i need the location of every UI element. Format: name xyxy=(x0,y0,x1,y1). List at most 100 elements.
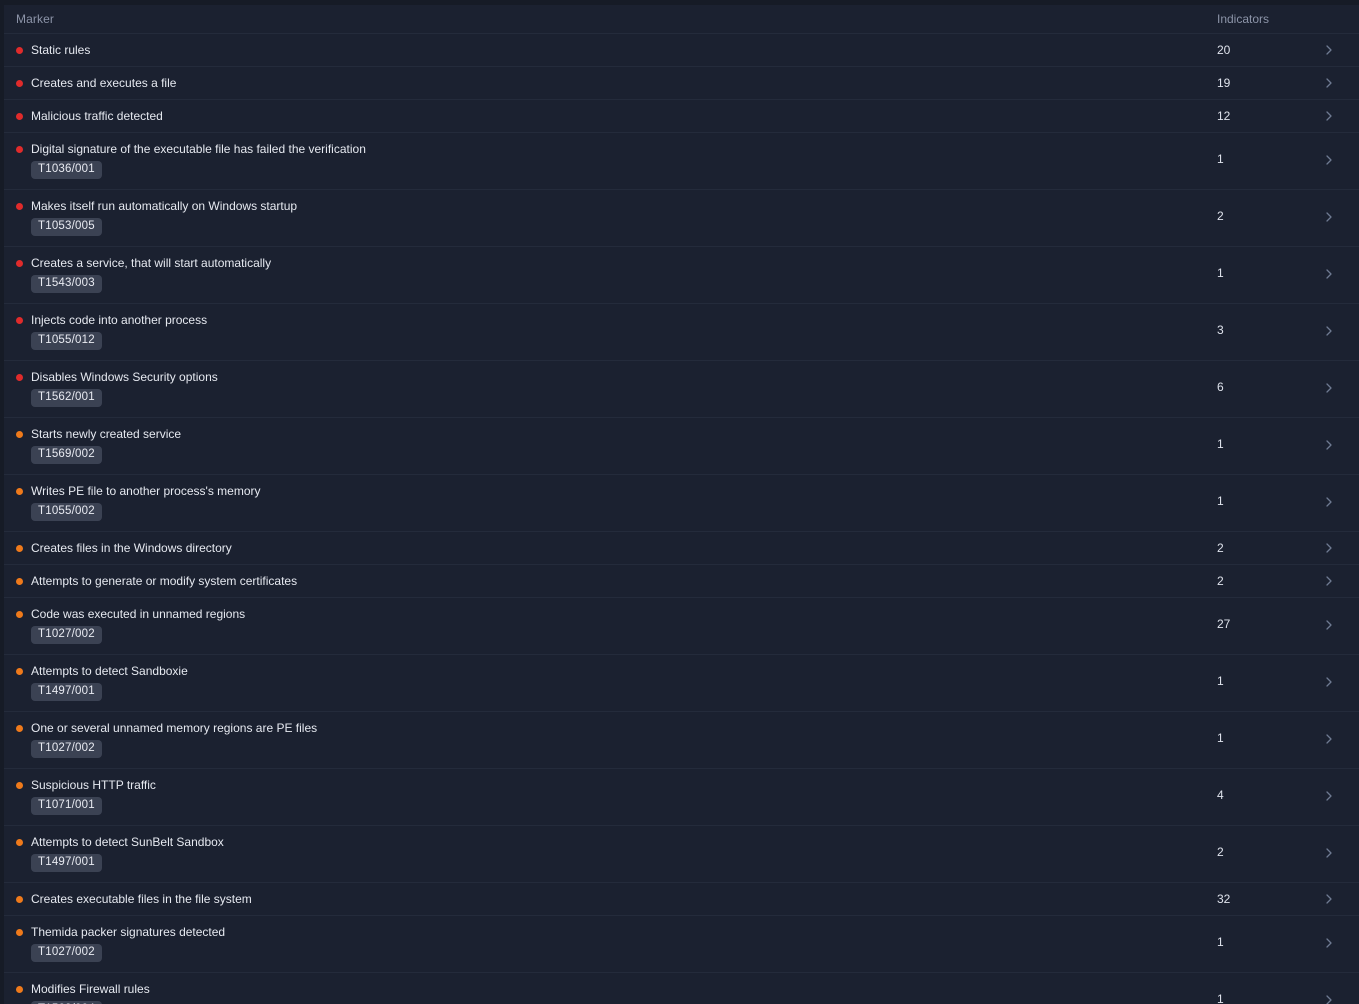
mitre-technique-badge[interactable]: T1562/001 xyxy=(31,389,102,407)
chevron-right-icon[interactable] xyxy=(1322,210,1336,224)
table-row[interactable]: Modifies Firewall rulesT1562/004 1 xyxy=(4,973,1359,1004)
mitre-technique-badge[interactable]: T1053/005 xyxy=(31,218,102,236)
row-expand-button[interactable] xyxy=(1299,835,1359,860)
marker-label: Suspicious HTTP traffic xyxy=(31,778,156,792)
marker-line: Attempts to generate or modify system ce… xyxy=(16,574,1209,588)
table-row[interactable]: Creates a service, that will start autom… xyxy=(4,247,1359,304)
chevron-right-icon[interactable] xyxy=(1322,936,1336,950)
row-expand-button[interactable] xyxy=(1299,664,1359,689)
indicators-cell: 1 xyxy=(1209,256,1299,280)
chevron-right-icon[interactable] xyxy=(1322,495,1336,509)
row-expand-button[interactable] xyxy=(1299,109,1359,123)
severity-dot-icon xyxy=(16,46,23,54)
indicators-count: 1 xyxy=(1217,731,1224,745)
row-expand-button[interactable] xyxy=(1299,370,1359,395)
marker-cell: Creates a service, that will start autom… xyxy=(4,256,1209,293)
chevron-right-icon[interactable] xyxy=(1322,892,1336,906)
chevron-right-icon[interactable] xyxy=(1322,789,1336,803)
chevron-right-icon[interactable] xyxy=(1322,618,1336,632)
chevron-right-icon[interactable] xyxy=(1322,574,1336,588)
row-expand-button[interactable] xyxy=(1299,607,1359,632)
row-expand-button[interactable] xyxy=(1299,982,1359,1004)
row-expand-button[interactable] xyxy=(1299,574,1359,588)
chevron-right-icon[interactable] xyxy=(1322,109,1336,123)
row-expand-button[interactable] xyxy=(1299,721,1359,746)
row-expand-button[interactable] xyxy=(1299,541,1359,555)
indicators-count: 1 xyxy=(1217,152,1224,166)
marker-label: Code was executed in unnamed regions xyxy=(31,607,246,621)
chevron-right-icon[interactable] xyxy=(1322,76,1336,90)
chevron-right-icon[interactable] xyxy=(1322,732,1336,746)
table-row[interactable]: Code was executed in unnamed regions T102… xyxy=(4,598,1359,655)
mitre-technique-badge[interactable]: T1569/002 xyxy=(31,446,102,464)
table-row[interactable]: Attempts to detect Sandboxie T1497/001 1 xyxy=(4,655,1359,712)
marker-cell: Makes itself run automatically on Window… xyxy=(4,199,1209,236)
row-expand-button[interactable] xyxy=(1299,427,1359,452)
row-expand-button[interactable] xyxy=(1299,199,1359,224)
chevron-right-icon[interactable] xyxy=(1322,675,1336,689)
severity-dot-icon xyxy=(16,316,23,324)
table-row[interactable]: Themida packer signatures detected T1027/… xyxy=(4,916,1359,973)
table-row[interactable]: One or several unnamed memory regions ar… xyxy=(4,712,1359,769)
mitre-technique-badge[interactable]: T1027/002 xyxy=(31,944,102,962)
row-expand-button[interactable] xyxy=(1299,484,1359,509)
chevron-right-icon[interactable] xyxy=(1322,438,1336,452)
table-row[interactable]: Starts newly created service T1569/002 1 xyxy=(4,418,1359,475)
marker-label: Static rules xyxy=(31,43,91,57)
marker-line: Creates a service, that will start autom… xyxy=(16,256,1209,270)
indicators-cell: 3 xyxy=(1209,313,1299,337)
table-row[interactable]: Creates files in the Windows directory 2 xyxy=(4,532,1359,565)
table-row[interactable]: Writes PE file to another process's memo… xyxy=(4,475,1359,532)
mitre-technique-badge[interactable]: T1036/001 xyxy=(31,161,102,179)
chevron-right-icon[interactable] xyxy=(1322,846,1336,860)
chevron-right-icon[interactable] xyxy=(1322,43,1336,57)
mitre-technique-badge[interactable]: T1543/003 xyxy=(31,275,102,293)
row-expand-button[interactable] xyxy=(1299,778,1359,803)
row-expand-button[interactable] xyxy=(1299,142,1359,167)
table-row[interactable]: Makes itself run automatically on Window… xyxy=(4,190,1359,247)
mitre-technique-badge[interactable]: T1497/001 xyxy=(31,683,102,701)
marker-line: Attempts to detect Sandboxie xyxy=(16,664,1209,678)
chevron-right-icon[interactable] xyxy=(1322,153,1336,167)
indicators-count: 12 xyxy=(1217,109,1231,123)
table-row[interactable]: Attempts to detect SunBelt Sandbox T1497/… xyxy=(4,826,1359,883)
chevron-right-icon[interactable] xyxy=(1322,324,1336,338)
table-row[interactable]: Injects code into another process T1055/0… xyxy=(4,304,1359,361)
row-expand-button[interactable] xyxy=(1299,256,1359,281)
mitre-technique-badge[interactable]: T1027/002 xyxy=(31,626,102,644)
table-row[interactable]: Creates executable files in the file sys… xyxy=(4,883,1359,916)
mitre-technique-badge[interactable]: T1497/001 xyxy=(31,854,102,872)
marker-line: Suspicious HTTP traffic xyxy=(16,778,1209,792)
severity-dot-icon xyxy=(16,781,23,789)
marker-label: Starts newly created service xyxy=(31,427,182,441)
marker-label: Creates executable files in the file sys… xyxy=(31,892,252,906)
chevron-right-icon[interactable] xyxy=(1322,381,1336,395)
mitre-technique-badge[interactable]: T1055/002 xyxy=(31,503,102,521)
chevron-right-icon[interactable] xyxy=(1322,541,1336,555)
mitre-technique-badge[interactable]: T1055/012 xyxy=(31,332,102,350)
marker-cell: Attempts to generate or modify system ce… xyxy=(4,574,1209,588)
row-expand-button[interactable] xyxy=(1299,76,1359,90)
table-row[interactable]: Malicious traffic detected 12 xyxy=(4,100,1359,133)
table-row[interactable]: Static rules 20 xyxy=(4,34,1359,67)
table-row[interactable]: Creates and executes a file 19 xyxy=(4,67,1359,100)
table-row[interactable]: Attempts to generate or modify system ce… xyxy=(4,565,1359,598)
row-expand-button[interactable] xyxy=(1299,925,1359,950)
indicators-cell: 1 xyxy=(1209,721,1299,745)
row-expand-button[interactable] xyxy=(1299,892,1359,906)
severity-dot-icon xyxy=(16,79,23,87)
indicators-count: 1 xyxy=(1217,437,1224,451)
mitre-technique-badge[interactable]: T1027/002 xyxy=(31,740,102,758)
row-expand-button[interactable] xyxy=(1299,313,1359,338)
mitre-technique-badge[interactable]: T1071/001 xyxy=(31,797,102,815)
table-row[interactable]: Digital signature of the executable file… xyxy=(4,133,1359,190)
severity-dot-icon xyxy=(16,928,23,936)
marker-cell: Modifies Firewall rulesT1562/004 xyxy=(4,982,1209,1004)
table-row[interactable]: Suspicious HTTP traffic T1071/001 4 xyxy=(4,769,1359,826)
chevron-right-icon[interactable] xyxy=(1322,267,1336,281)
chevron-right-icon[interactable] xyxy=(1322,993,1336,1004)
table-row[interactable]: Disables Windows Security options T1562/0… xyxy=(4,361,1359,418)
indicators-cell: 4 xyxy=(1209,778,1299,802)
marker-label: Malicious traffic detected xyxy=(31,109,163,123)
row-expand-button[interactable] xyxy=(1299,43,1359,57)
